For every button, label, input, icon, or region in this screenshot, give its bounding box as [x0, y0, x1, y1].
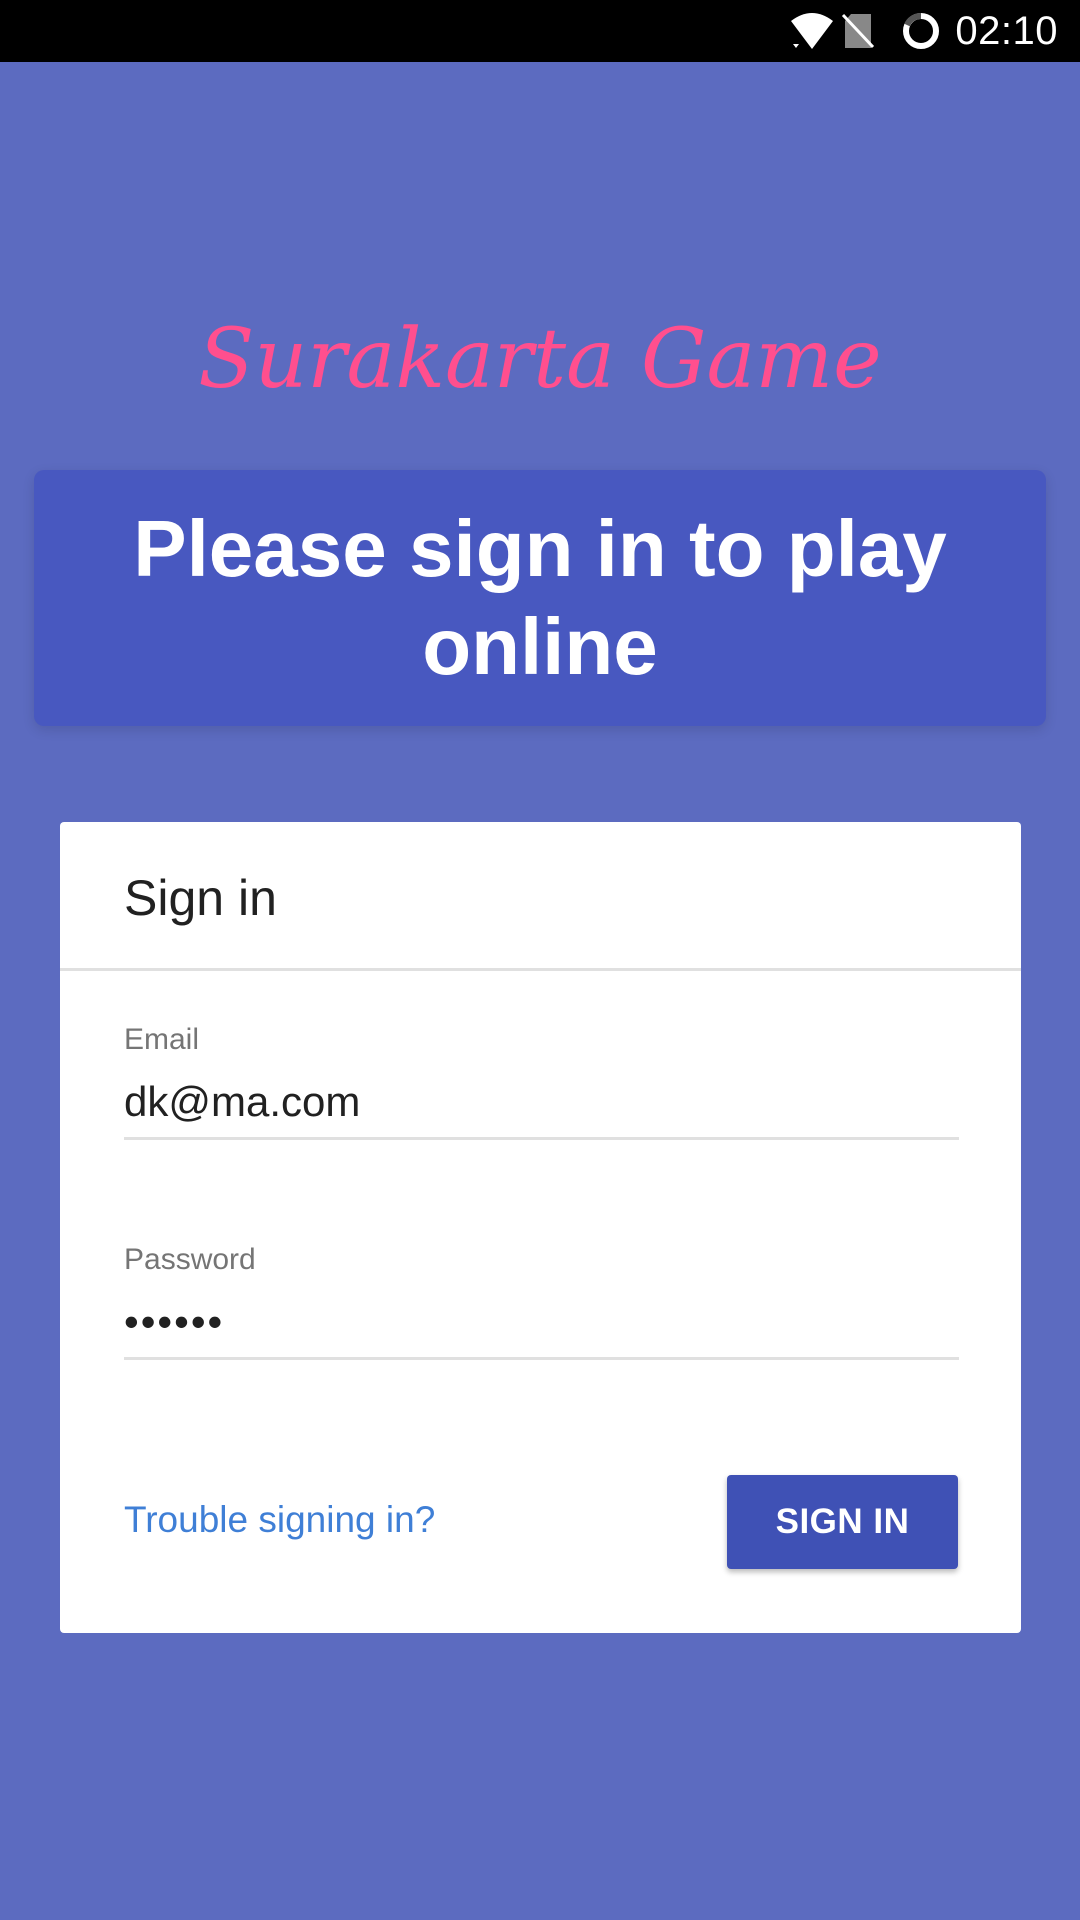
trouble-signing-in-link[interactable]: Trouble signing in? — [124, 1498, 435, 1542]
email-field[interactable] — [124, 1067, 959, 1140]
banner-text: Please sign in to play online — [133, 504, 947, 691]
card-title: Sign in — [124, 870, 277, 926]
status-bar: 02:10 — [0, 0, 1080, 62]
app-title: Surakarta Game — [198, 312, 882, 407]
status-time: 02:10 — [955, 8, 1058, 53]
sign-in-banner: Please sign in to play online — [34, 470, 1046, 726]
sign-in-card: Sign in Email Password Trouble signing i… — [60, 822, 1021, 1633]
no-sim-icon — [842, 13, 875, 49]
battery-loading-icon — [903, 13, 940, 49]
wifi-icon — [791, 13, 834, 49]
password-field[interactable] — [124, 1287, 959, 1360]
status-icons: 02:10 — [789, 0, 1058, 62]
password-label: Password — [124, 1243, 256, 1276]
email-label: Email — [124, 1023, 200, 1056]
sign-in-button[interactable]: SIGN IN — [727, 1475, 958, 1569]
card-header: Sign in — [60, 822, 1021, 971]
